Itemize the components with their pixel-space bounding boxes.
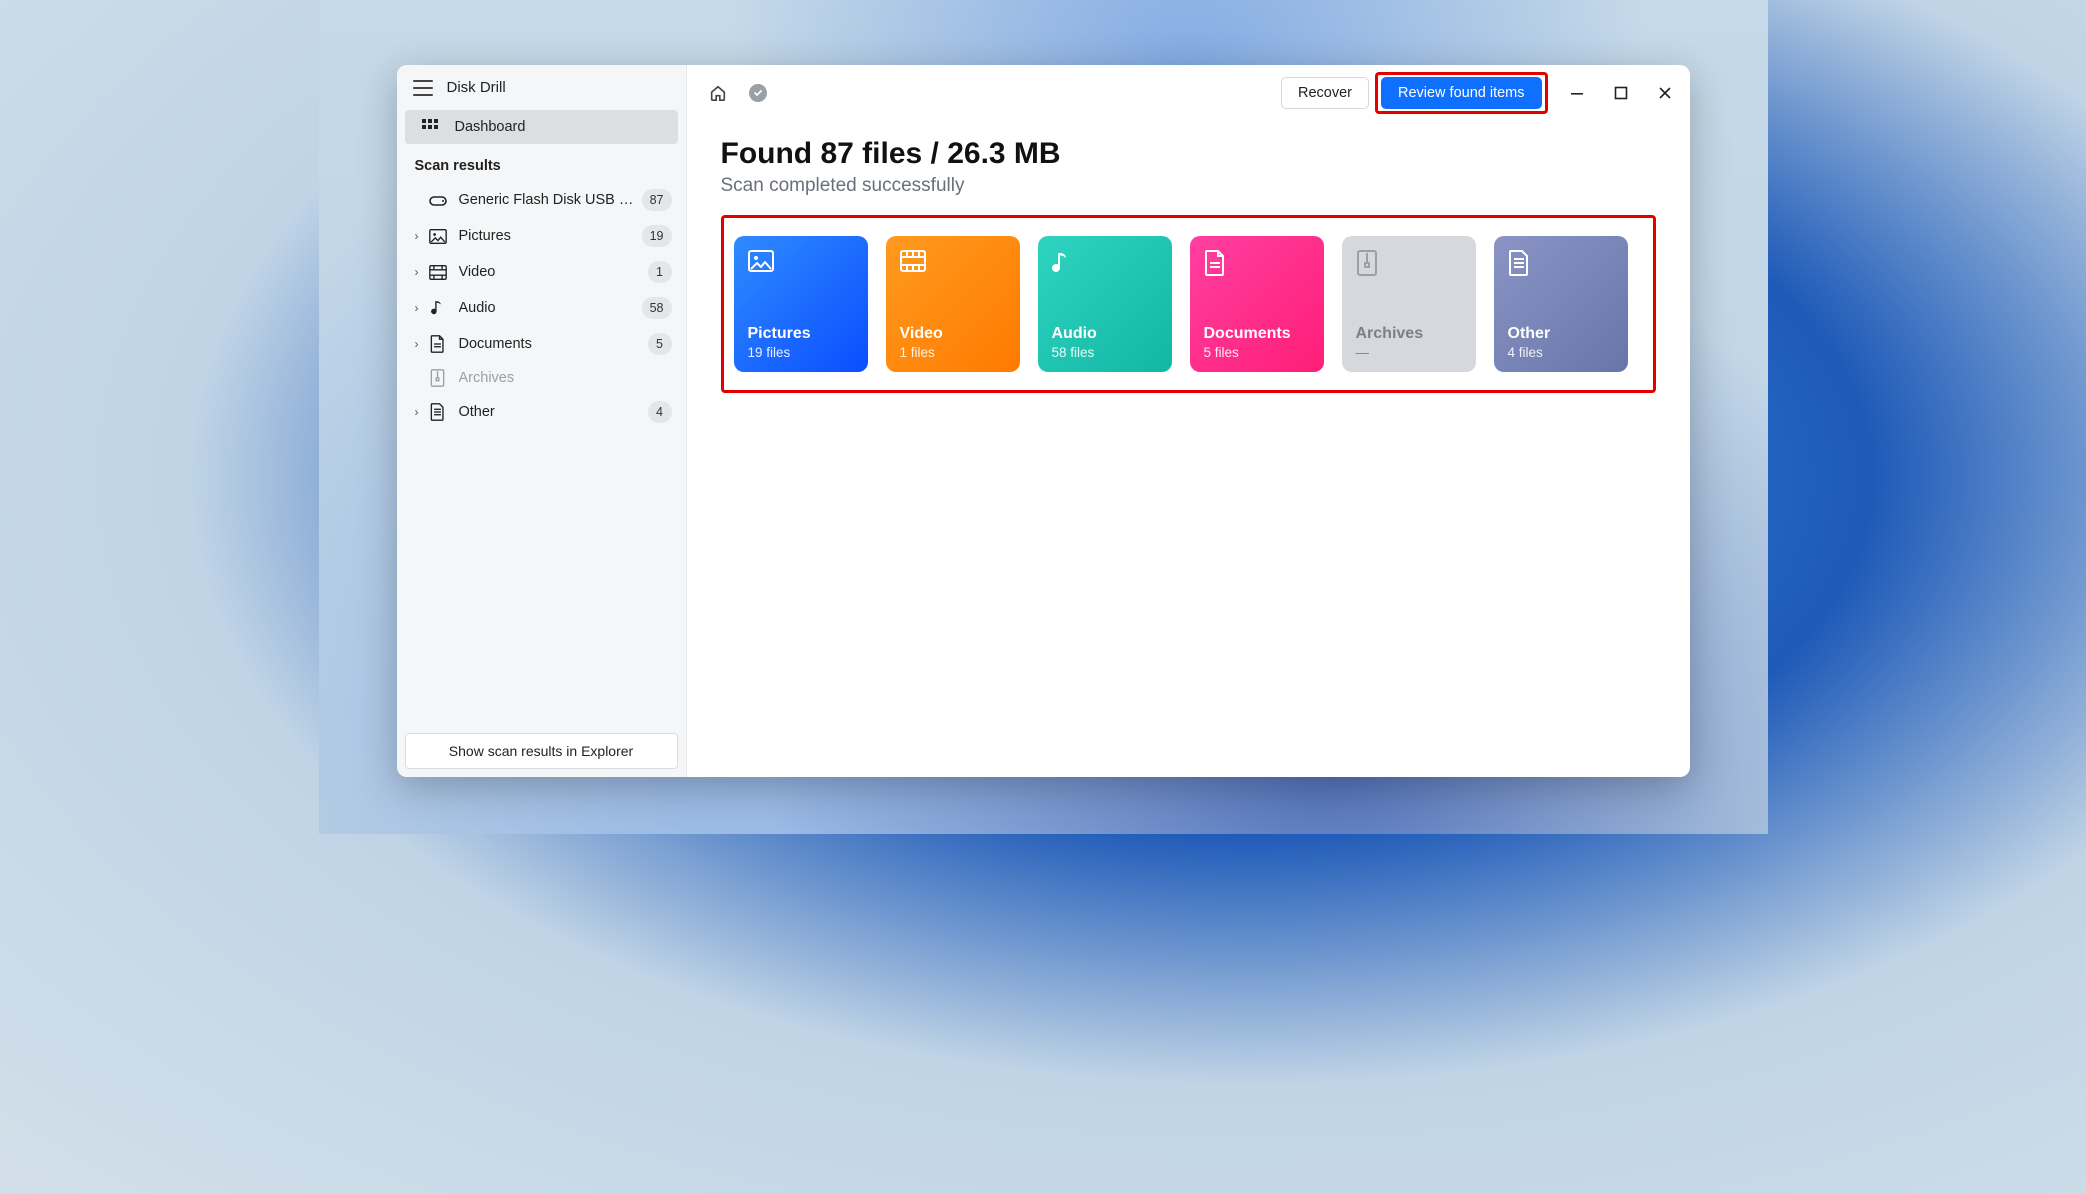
card-title: Archives bbox=[1356, 325, 1462, 343]
sidebar-item-label: Audio bbox=[459, 300, 642, 316]
category-cards-highlight: Pictures 19 files Video 1 files Audio 58 file… bbox=[721, 215, 1656, 393]
recover-button[interactable]: Recover bbox=[1281, 77, 1369, 109]
category-card-pictures[interactable]: Pictures 19 files bbox=[734, 236, 868, 372]
music-icon bbox=[427, 299, 449, 317]
sidebar-item-label: Other bbox=[459, 404, 648, 420]
home-button[interactable] bbox=[709, 84, 727, 102]
category-card-documents[interactable]: Documents 5 files bbox=[1190, 236, 1324, 372]
show-in-explorer-button[interactable]: Show scan results in Explorer bbox=[405, 733, 678, 769]
music-icon bbox=[1052, 250, 1158, 282]
archive-icon bbox=[1356, 250, 1462, 282]
app-window: Disk Drill Dashboard Scan results G bbox=[397, 65, 1690, 777]
toolbar: Recover Review found items bbox=[687, 65, 1690, 115]
sidebar-item-archives: Archives bbox=[403, 362, 680, 394]
card-title: Other bbox=[1508, 325, 1614, 343]
sidebar-item-other[interactable]: › Other4 bbox=[403, 394, 680, 430]
card-subtitle: 19 files bbox=[748, 345, 854, 360]
image-icon bbox=[748, 250, 854, 282]
card-subtitle: 4 files bbox=[1508, 345, 1614, 360]
sidebar-item-dashboard[interactable]: Dashboard bbox=[405, 110, 678, 144]
hamburger-menu-button[interactable] bbox=[413, 80, 433, 96]
image-icon bbox=[427, 229, 449, 244]
sidebar: Disk Drill Dashboard Scan results G bbox=[397, 65, 687, 777]
window-close-button[interactable] bbox=[1658, 86, 1672, 100]
document-icon bbox=[427, 335, 449, 353]
chevron-right-icon: › bbox=[409, 337, 425, 351]
window-minimize-button[interactable] bbox=[1570, 86, 1584, 100]
card-subtitle: 58 files bbox=[1052, 345, 1158, 360]
category-card-audio[interactable]: Audio 58 files bbox=[1038, 236, 1172, 372]
window-maximize-button[interactable] bbox=[1614, 86, 1628, 100]
scan-complete-check-icon bbox=[749, 84, 767, 102]
sidebar-item-pictures[interactable]: › Pictures19 bbox=[403, 218, 680, 254]
review-found-items-button[interactable]: Review found items bbox=[1381, 77, 1542, 109]
film-icon bbox=[900, 250, 1006, 282]
category-card-video[interactable]: Video 1 files bbox=[886, 236, 1020, 372]
sidebar-device[interactable]: Generic Flash Disk USB D… 87 bbox=[403, 182, 680, 218]
archive-icon bbox=[427, 369, 449, 387]
category-card-archives: Archives — bbox=[1342, 236, 1476, 372]
sidebar-item-badge: 1 bbox=[648, 261, 672, 283]
sidebar-item-label: Documents bbox=[459, 336, 648, 352]
main-area: Recover Review found items bbox=[687, 65, 1690, 777]
sidebar-item-badge: 4 bbox=[648, 401, 672, 423]
film-icon bbox=[427, 265, 449, 280]
sidebar-device-badge: 87 bbox=[642, 189, 672, 211]
card-subtitle: 1 files bbox=[900, 345, 1006, 360]
results-subhead: Scan completed successfully bbox=[721, 175, 1656, 197]
grid-icon bbox=[419, 119, 441, 135]
document-icon bbox=[1204, 250, 1310, 282]
sidebar-item-label: Dashboard bbox=[455, 119, 526, 135]
other-icon bbox=[1508, 250, 1614, 282]
sidebar-device-label: Generic Flash Disk USB D… bbox=[459, 192, 642, 208]
other-icon bbox=[427, 403, 449, 421]
sidebar-item-label: Archives bbox=[459, 370, 672, 386]
card-subtitle: — bbox=[1356, 345, 1462, 360]
sidebar-item-badge: 19 bbox=[642, 225, 672, 247]
card-title: Documents bbox=[1204, 325, 1310, 343]
chevron-right-icon: › bbox=[409, 301, 425, 315]
category-card-other[interactable]: Other 4 files bbox=[1494, 236, 1628, 372]
sidebar-section-label: Scan results bbox=[397, 144, 686, 182]
sidebar-item-audio[interactable]: › Audio58 bbox=[403, 290, 680, 326]
sidebar-item-label: Pictures bbox=[459, 228, 642, 244]
drive-icon bbox=[427, 193, 449, 207]
sidebar-item-badge: 58 bbox=[642, 297, 672, 319]
sidebar-item-documents[interactable]: › Documents5 bbox=[403, 326, 680, 362]
chevron-right-icon: › bbox=[409, 229, 425, 243]
card-title: Pictures bbox=[748, 325, 854, 343]
card-subtitle: 5 files bbox=[1204, 345, 1310, 360]
sidebar-item-label: Video bbox=[459, 264, 648, 280]
chevron-right-icon: › bbox=[409, 265, 425, 279]
app-title: Disk Drill bbox=[447, 79, 506, 96]
results-headline: Found 87 files / 26.3 MB bbox=[721, 137, 1656, 171]
chevron-right-icon: › bbox=[409, 405, 425, 419]
card-title: Video bbox=[900, 325, 1006, 343]
sidebar-item-badge: 5 bbox=[648, 333, 672, 355]
card-title: Audio bbox=[1052, 325, 1158, 343]
sidebar-item-video[interactable]: › Video1 bbox=[403, 254, 680, 290]
